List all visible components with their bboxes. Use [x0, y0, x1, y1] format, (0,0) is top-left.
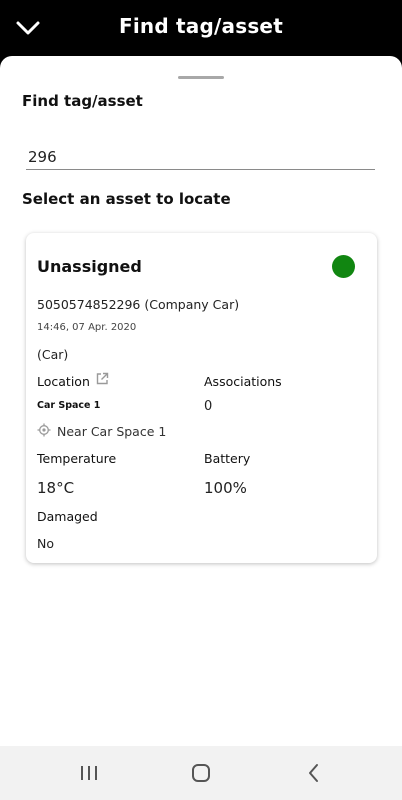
sheet-drag-handle[interactable]	[178, 76, 224, 79]
location-target-icon	[37, 423, 51, 437]
search-input[interactable]	[26, 144, 375, 170]
select-asset-heading: Select an asset to locate	[22, 190, 231, 208]
home-icon[interactable]	[189, 761, 213, 785]
battery-label: Battery	[204, 451, 251, 466]
near-location-text: Near Car Space 1	[57, 424, 167, 439]
temperature-value: 18°C	[37, 479, 75, 497]
associations-label: Associations	[204, 374, 282, 389]
associations-value: 0	[204, 399, 213, 414]
find-heading: Find tag/asset	[22, 92, 143, 110]
status-indicator	[332, 255, 355, 278]
battery-value: 100%	[204, 479, 247, 497]
location-value: Car Space 1	[37, 400, 101, 411]
asset-title: Unassigned	[37, 257, 142, 276]
temperature-label: Temperature	[37, 451, 117, 466]
location-label: Location	[37, 374, 90, 389]
recent-apps-icon[interactable]	[77, 761, 101, 785]
header-title: Find tag/asset	[119, 14, 283, 38]
asset-type: (Car)	[37, 347, 69, 362]
bottom-sheet: Find tag/asset Select an asset to locate…	[0, 56, 402, 746]
damaged-value: No	[37, 536, 54, 551]
asset-card[interactable]: Unassigned 5050574852296 (Company Car) 1…	[26, 233, 377, 563]
tag-id: 5050574852296 (Company Car)	[37, 297, 240, 312]
external-link-icon[interactable]	[95, 372, 109, 386]
system-nav-bar	[0, 746, 402, 800]
damaged-label: Damaged	[37, 509, 98, 524]
back-icon[interactable]	[302, 761, 326, 785]
app-header: Find tag/asset	[0, 0, 402, 58]
timestamp: 14:46, 07 Apr. 2020	[37, 322, 137, 333]
